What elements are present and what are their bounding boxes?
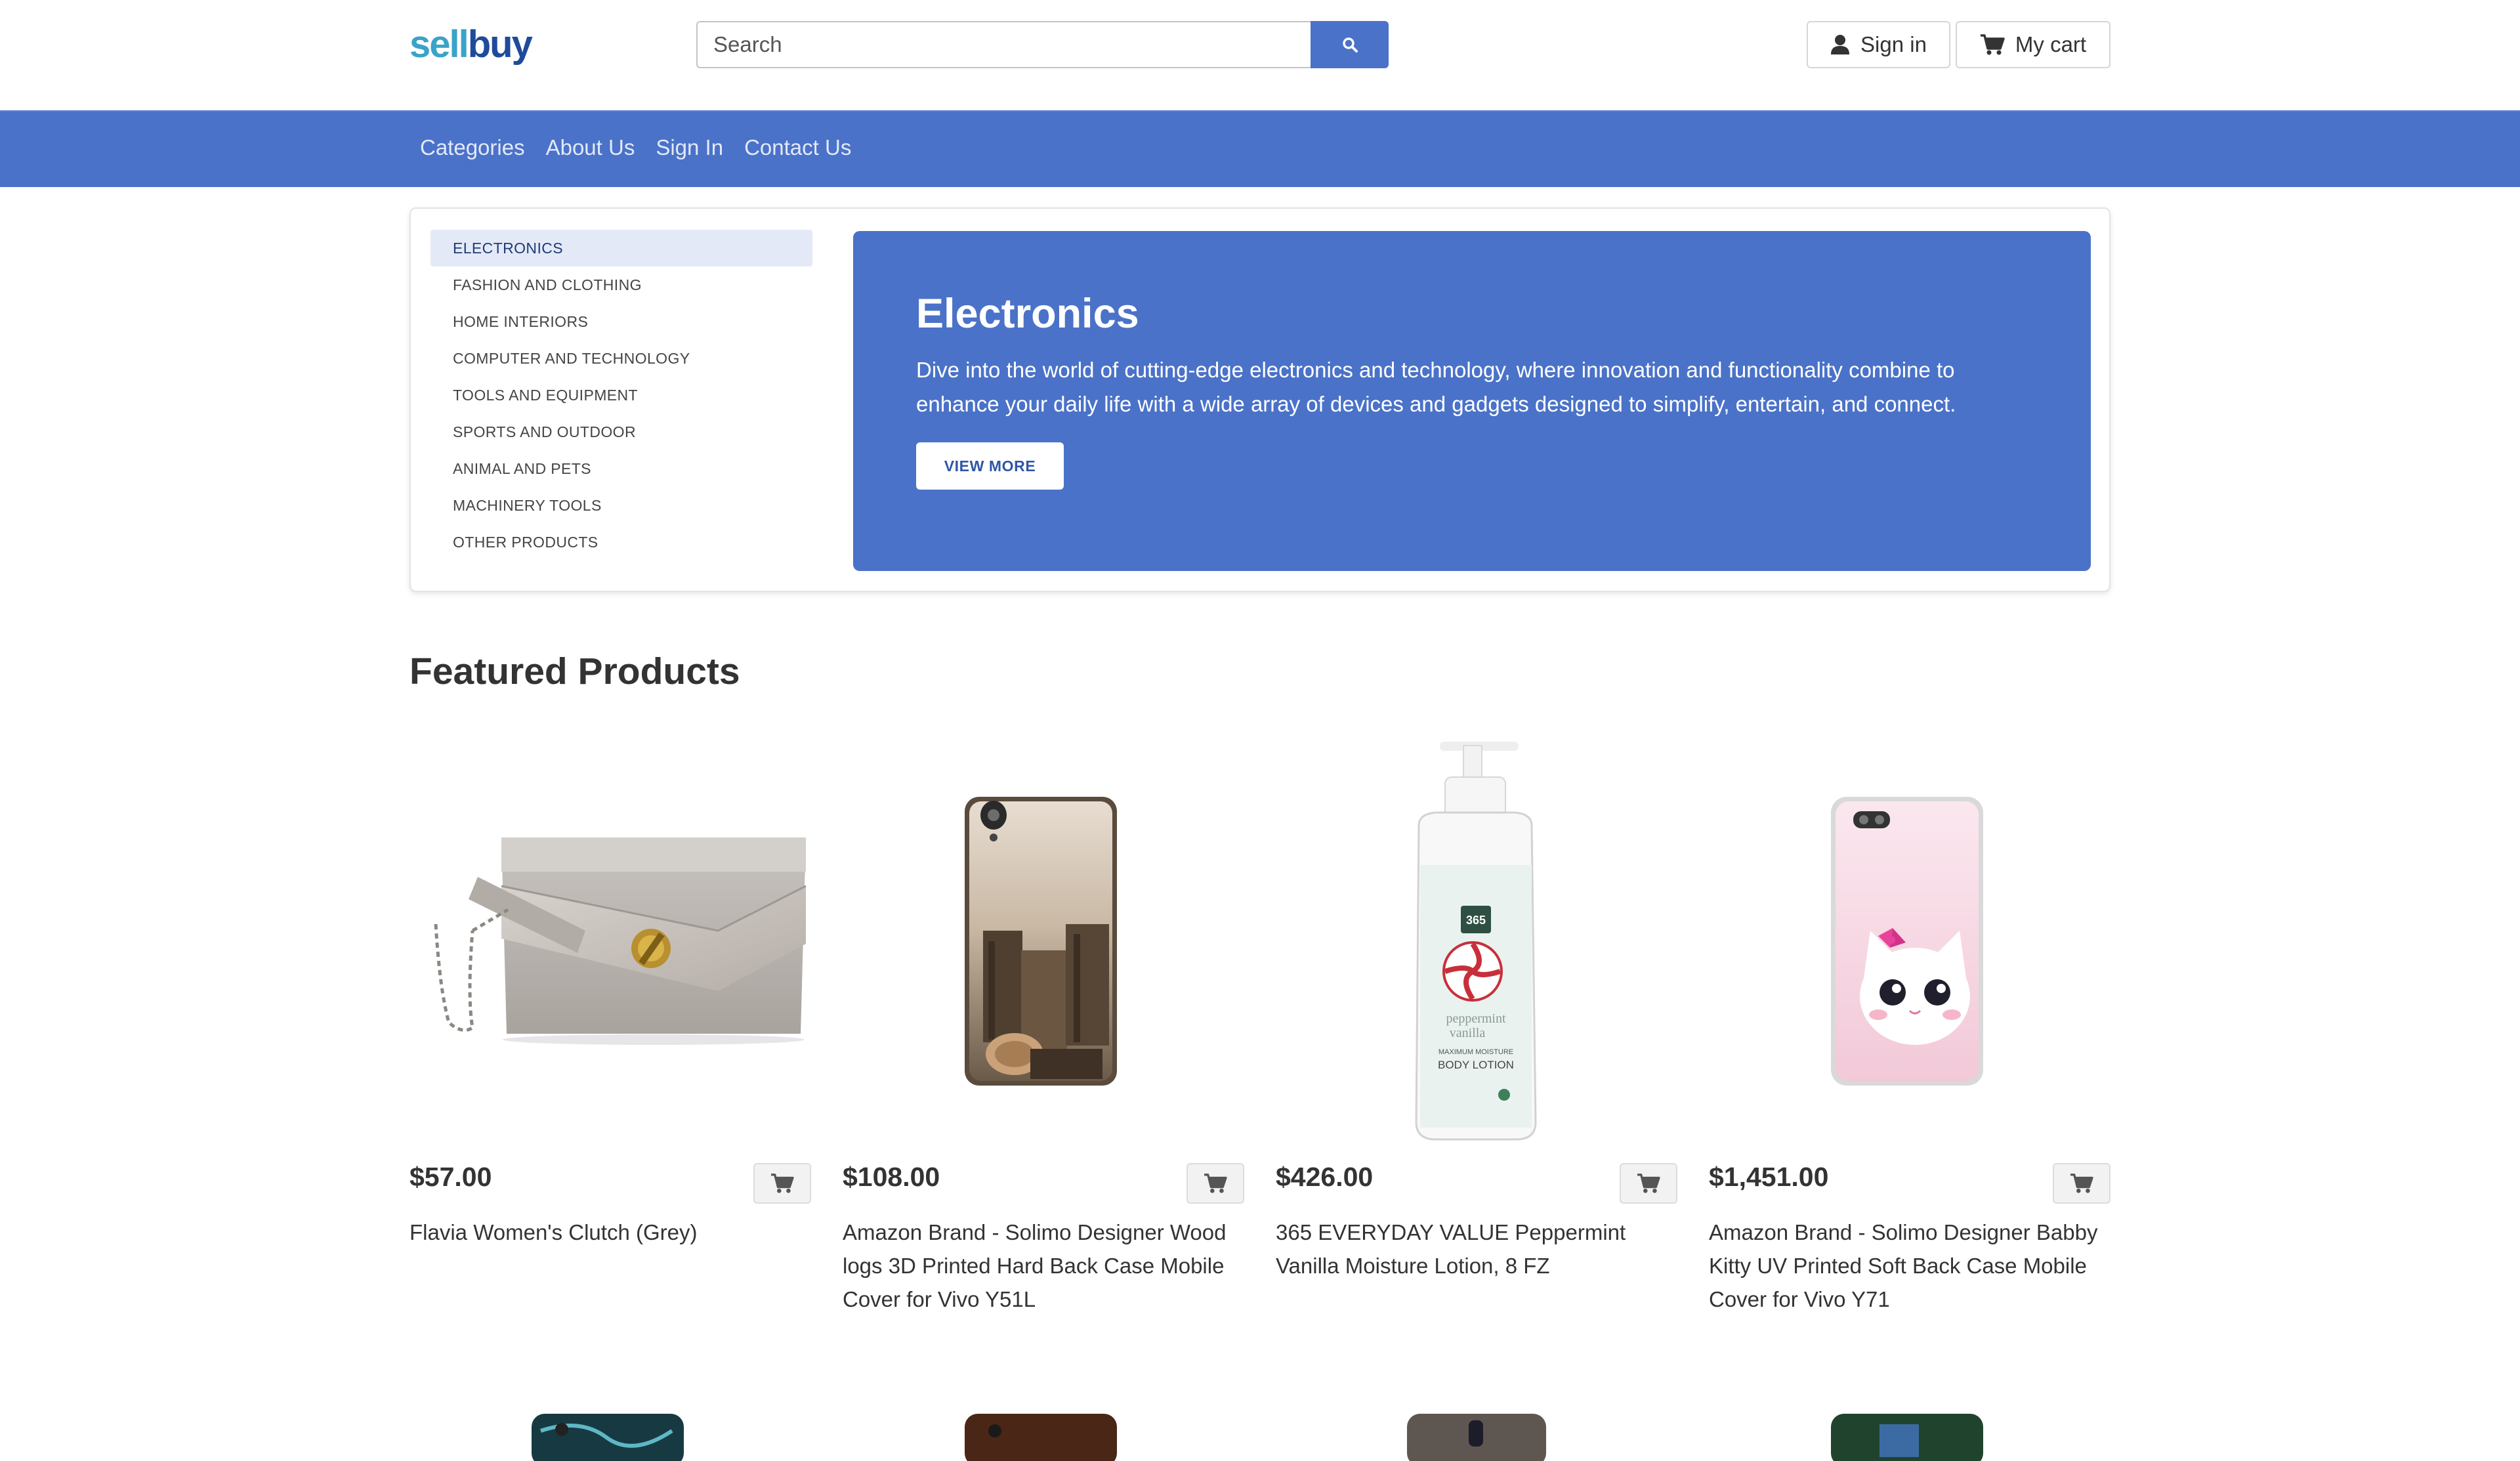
main-navbar: Categories About Us Sign In Contact Us — [0, 110, 2520, 187]
category-item-other-products[interactable]: OTHER PRODUCTS — [430, 524, 812, 561]
search-button[interactable] — [1311, 21, 1389, 68]
my-cart-button[interactable]: My cart — [1956, 21, 2110, 68]
view-more-button[interactable]: VIEW MORE — [916, 442, 1064, 490]
cart-icon — [1204, 1174, 1227, 1193]
category-item-animal-and-pets[interactable]: ANIMAL AND PETS — [430, 450, 812, 487]
product-name[interactable]: 365 EVERYDAY VALUE Peppermint Vanilla Mo… — [1276, 1216, 1677, 1282]
sign-in-label: Sign in — [1860, 32, 1927, 56]
product-image-partial[interactable] — [843, 1411, 1244, 1461]
add-to-cart-button[interactable] — [1186, 1163, 1244, 1204]
user-icon — [1831, 35, 1850, 54]
category-item-machinery-tools[interactable]: MACHINERY TOOLS — [430, 487, 812, 524]
product-image-lotion-bottle[interactable]: 365 peppermint vanilla MAXIMUM MOISTURE … — [1276, 734, 1677, 1147]
product-image-partial[interactable] — [1709, 1411, 2110, 1461]
logo-sell-text: sell — [410, 23, 469, 66]
nav-link-categories[interactable]: Categories — [420, 135, 525, 160]
svg-text:365: 365 — [1466, 914, 1486, 927]
nav-link-contact-us[interactable]: Contact Us — [744, 135, 851, 160]
sign-in-button[interactable]: Sign in — [1807, 21, 1950, 68]
product-name[interactable]: Amazon Brand - Solimo Designer Wood logs… — [843, 1216, 1244, 1316]
cart-icon — [1980, 34, 2005, 55]
nav-links: Categories About Us Sign In Contact Us — [420, 135, 851, 160]
hero-description: Dive into the world of cutting-edge elec… — [916, 358, 1956, 416]
category-item-tools-and-equipment[interactable]: TOOLS AND EQUIPMENT — [430, 377, 812, 413]
my-cart-label: My cart — [2015, 32, 2087, 56]
add-to-cart-button[interactable] — [753, 1163, 811, 1204]
product-name[interactable]: Amazon Brand - Solimo Designer Babby Kit… — [1709, 1216, 2110, 1316]
nav-link-sign-in[interactable]: Sign In — [656, 135, 723, 160]
search-icon — [1342, 37, 1358, 53]
nav-link-about-us[interactable]: About Us — [546, 135, 635, 160]
product-image-kitty-case[interactable] — [1709, 734, 2110, 1147]
product-name[interactable]: Flavia Women's Clutch (Grey) — [410, 1216, 811, 1249]
hero-title: Electronics — [916, 291, 1139, 337]
add-to-cart-button[interactable] — [1620, 1163, 1677, 1204]
product-price: $1,451.00 — [1709, 1162, 1829, 1192]
category-item-electronics[interactable]: ELECTRONICS — [430, 230, 812, 266]
svg-text:vanilla: vanilla — [1450, 1026, 1486, 1040]
product-price: $108.00 — [843, 1162, 940, 1192]
svg-text:peppermint: peppermint — [1446, 1011, 1506, 1026]
svg-text:BODY LOTION: BODY LOTION — [1438, 1059, 1514, 1071]
search-bar — [696, 21, 1389, 68]
product-image-wood-logs-case[interactable] — [843, 734, 1244, 1147]
cart-icon — [2070, 1174, 2093, 1193]
product-image-partial[interactable] — [1276, 1411, 1677, 1461]
cart-icon — [771, 1174, 794, 1193]
product-image-partial[interactable] — [410, 1411, 811, 1461]
cart-icon — [1637, 1174, 1660, 1193]
category-list: ELECTRONICS FASHION AND CLOTHING HOME IN… — [430, 230, 812, 561]
product-price: $426.00 — [1276, 1162, 1374, 1192]
category-panel: ELECTRONICS FASHION AND CLOTHING HOME IN… — [410, 207, 2110, 592]
logo-buy-text: buy — [467, 23, 533, 66]
category-item-sports-and-outdoor[interactable]: SPORTS AND OUTDOOR — [430, 413, 812, 450]
add-to-cart-button[interactable] — [2053, 1163, 2110, 1204]
category-item-computer-and-technology[interactable]: COMPUTER AND TECHNOLOGY — [430, 340, 812, 377]
product-image-clutch[interactable] — [410, 734, 811, 1147]
svg-text:MAXIMUM MOISTURE: MAXIMUM MOISTURE — [1438, 1048, 1513, 1056]
category-hero-banner: Electronics Dive into the world of cutti… — [853, 231, 2091, 571]
sellbuy-logo[interactable]: sellbuy — [410, 21, 533, 68]
search-input[interactable] — [696, 21, 1311, 68]
site-header: sellbuy Sign in My cart — [0, 0, 2520, 110]
product-price: $57.00 — [410, 1162, 492, 1192]
category-item-home-interiors[interactable]: HOME INTERIORS — [430, 303, 812, 340]
featured-products-title: Featured Products — [410, 650, 740, 692]
category-item-fashion-and-clothing[interactable]: FASHION AND CLOTHING — [430, 266, 812, 303]
